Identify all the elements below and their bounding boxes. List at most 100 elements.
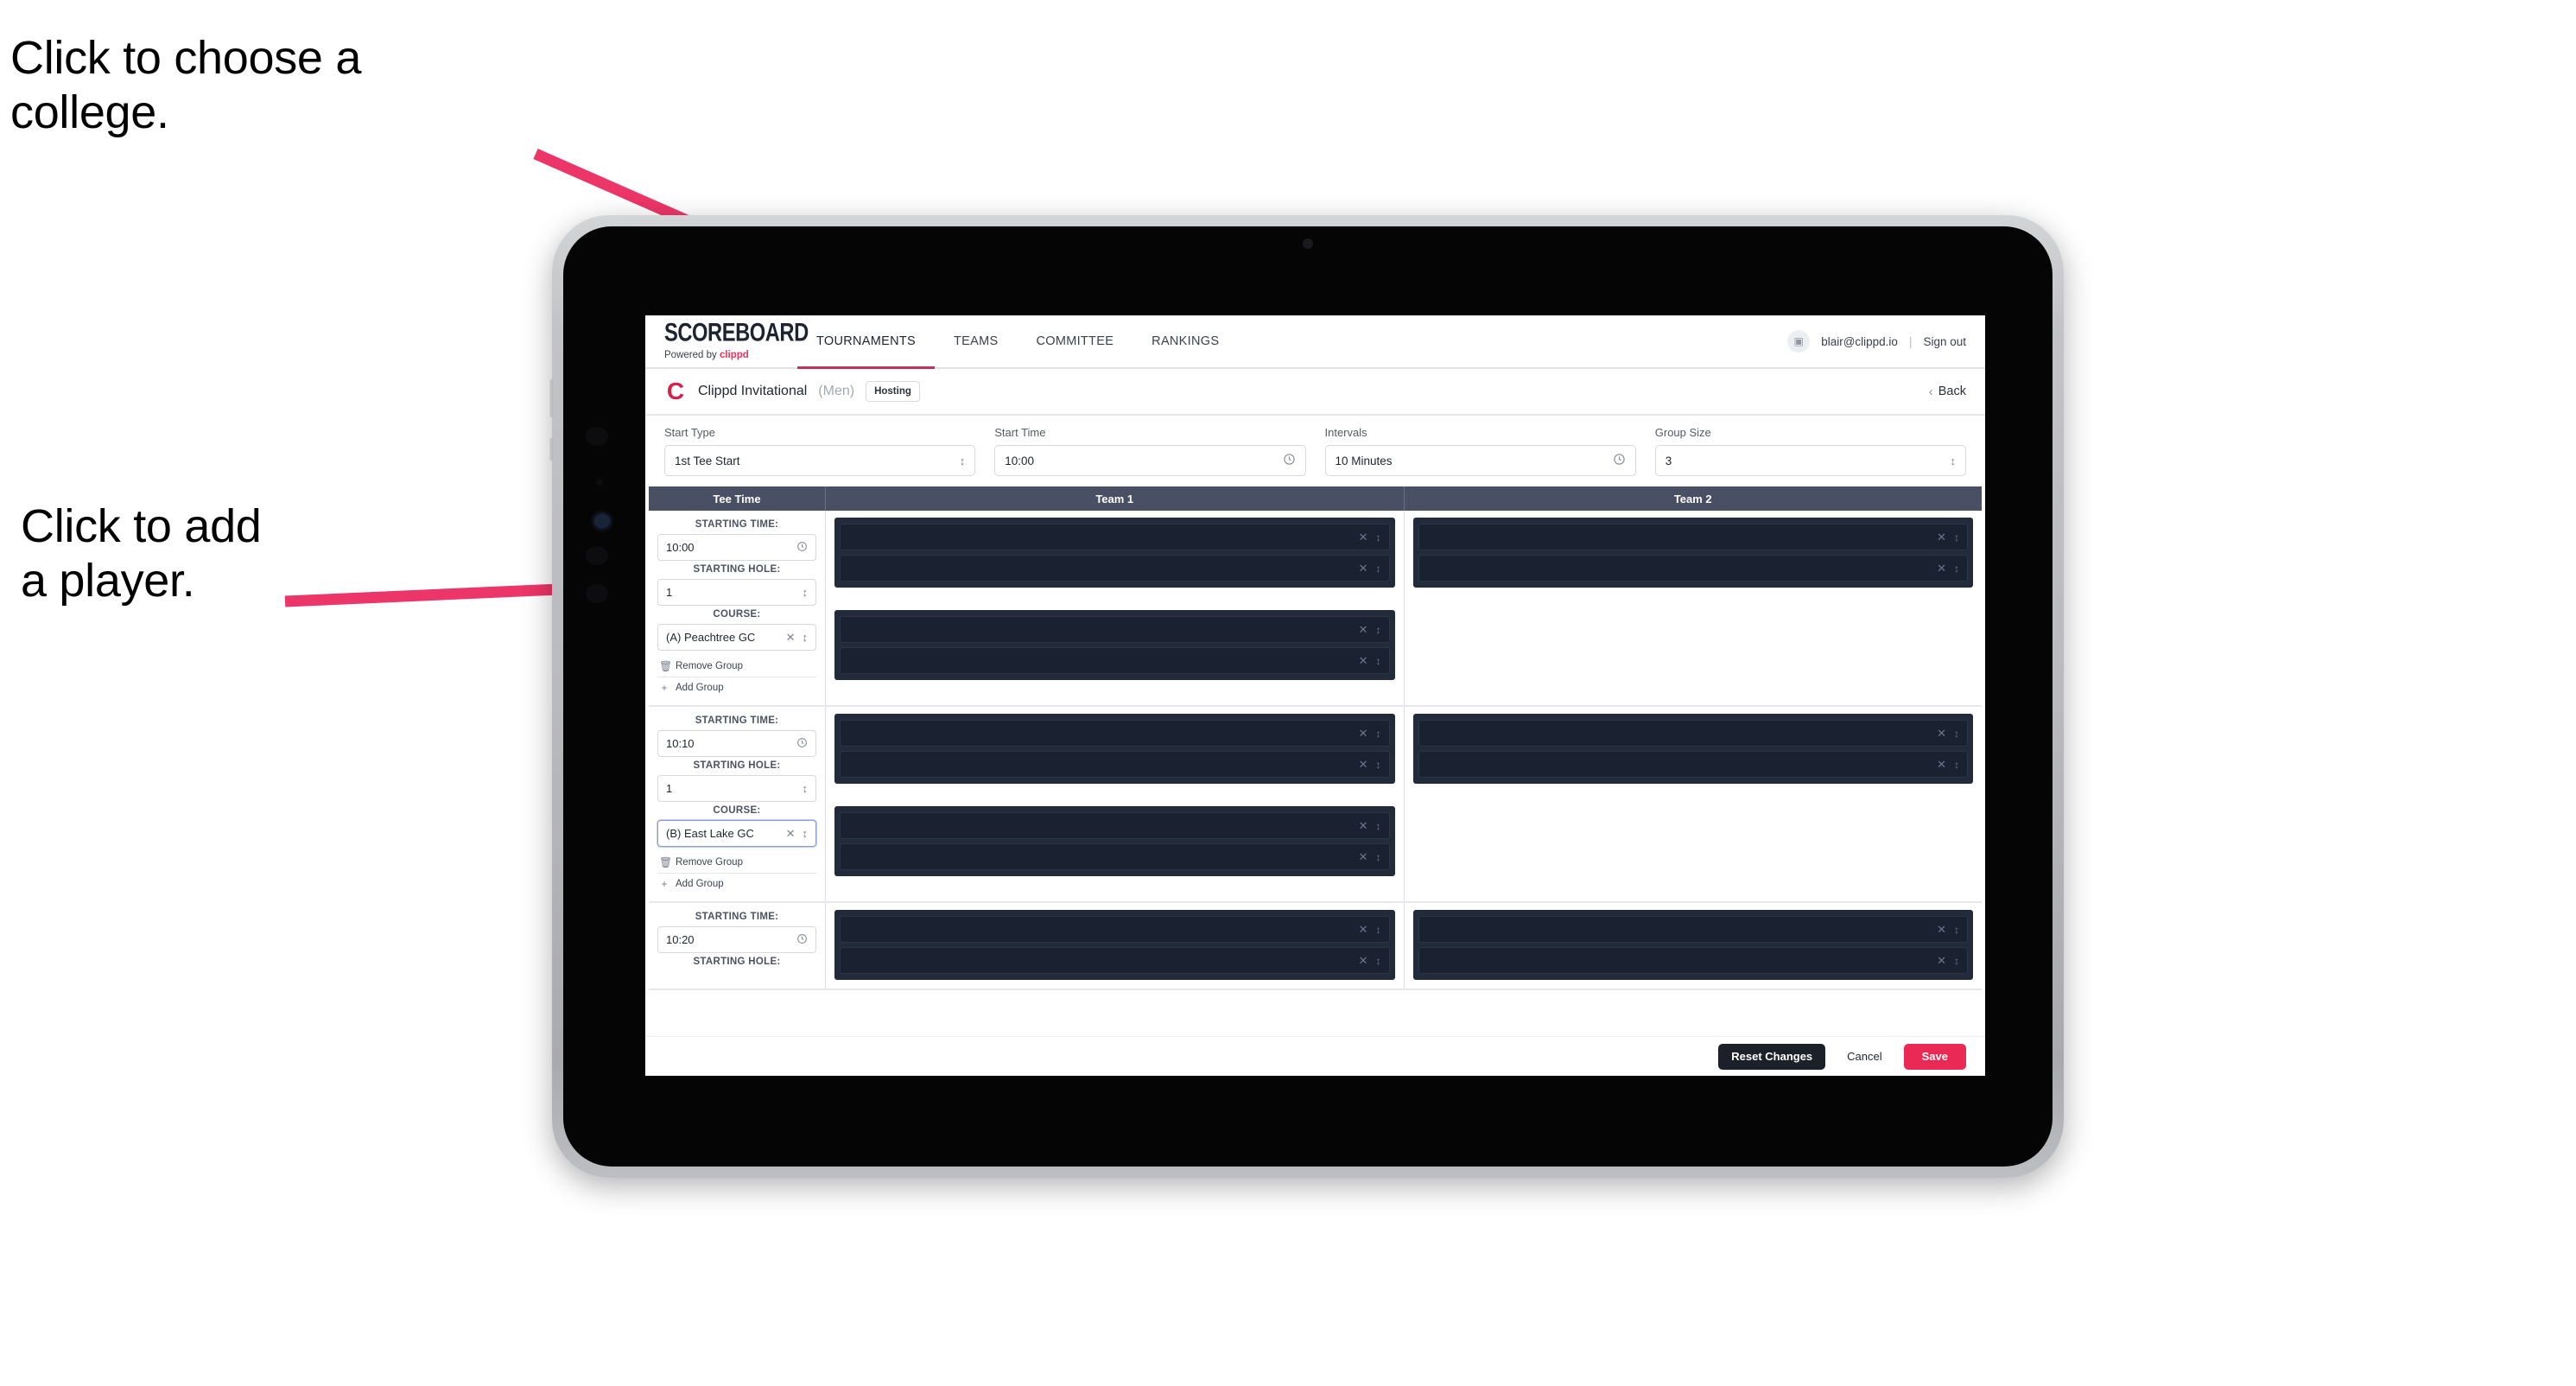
team-2-cell: ✕ ↕ ✕ ↕	[1403, 511, 1983, 705]
remove-group-button[interactable]: 🗑 Remove Group	[657, 656, 816, 677]
spinner-icon: ↕	[1375, 954, 1381, 967]
reset-changes-button[interactable]: Reset Changes	[1718, 1043, 1826, 1070]
team-1-cell: ✕ ↕ ✕ ↕	[826, 903, 1404, 989]
close-icon[interactable]: ✕	[1937, 923, 1946, 937]
starting-time-value: 10:20	[666, 933, 695, 946]
field-start-time-label: Start Time	[994, 426, 1046, 439]
close-icon[interactable]: ✕	[1937, 954, 1946, 968]
user-avatar-icon[interactable]: ▣	[1787, 330, 1811, 353]
close-icon[interactable]: ✕	[1937, 562, 1946, 575]
nav-tab-teams[interactable]: TEAMS	[935, 315, 1017, 367]
player-select[interactable]: ✕ ↕	[840, 647, 1390, 674]
tee-time-cell: STARTING TIME: 10:00 STARTING HOLE: 1 ↕	[649, 511, 826, 705]
clock-icon	[796, 737, 808, 751]
nav-tab-tournaments[interactable]: TOURNAMENTS	[797, 315, 936, 369]
sign-out-link[interactable]: Sign out	[1923, 335, 1966, 348]
start-time-input[interactable]: 10:00	[994, 445, 1306, 476]
player-select[interactable]: ✕ ↕	[1418, 947, 1968, 974]
close-icon[interactable]: ✕	[786, 631, 796, 645]
starting-time-input[interactable]: 10:00	[657, 534, 816, 561]
brand-title: SCOREBOARD	[664, 318, 809, 347]
course-label: COURSE:	[713, 805, 761, 816]
group-actions: 🗑 Remove Group + Add Group	[657, 852, 816, 894]
player-select[interactable]: ✕ ↕	[840, 947, 1390, 974]
player-select[interactable]: ✕ ↕	[840, 751, 1390, 778]
group-size-value: 3	[1665, 454, 1672, 467]
close-icon[interactable]: ✕	[1359, 758, 1368, 772]
close-icon[interactable]: ✕	[1359, 819, 1368, 833]
intervals-input[interactable]: 10 Minutes	[1324, 445, 1636, 476]
scoreboard-app-window: SCOREBOARD Powered by clippd TOURNAMENTS…	[645, 315, 1985, 1076]
brand-subtitle-prefix: Powered by	[664, 350, 720, 360]
player-select[interactable]: ✕ ↕	[840, 555, 1390, 582]
chevron-left-icon: ‹	[1928, 384, 1933, 399]
player-select[interactable]: ✕ ↕	[840, 720, 1390, 747]
player-select[interactable]: ✕ ↕	[840, 616, 1390, 643]
starting-time-label: STARTING TIME:	[695, 912, 779, 922]
close-icon[interactable]: ✕	[1359, 923, 1368, 937]
close-icon[interactable]: ✕	[1359, 954, 1368, 968]
spinner-icon: ↕	[1375, 758, 1381, 771]
starting-hole-value: 1	[666, 782, 673, 795]
nav-separator: |	[1908, 334, 1913, 348]
tablet-device: SCOREBOARD Powered by clippd TOURNAMENTS…	[549, 215, 2064, 1178]
remove-group-label: Remove Group	[676, 661, 743, 671]
close-icon[interactable]: ✕	[1359, 562, 1368, 575]
player-select[interactable]: ✕ ↕	[840, 916, 1390, 943]
nav-tab-tournaments-label: TOURNAMENTS	[816, 334, 917, 348]
brand-subtitle: Powered by clippd	[664, 350, 797, 360]
player-panel: ✕ ↕ ✕ ↕	[1412, 518, 1973, 588]
field-intervals: Intervals 10 Minutes	[1324, 426, 1636, 476]
nav-tab-rankings[interactable]: RANKINGS	[1133, 315, 1238, 367]
player-select[interactable]: ✕ ↕	[1418, 720, 1968, 747]
starting-time-input[interactable]: 10:10	[657, 730, 816, 757]
clock-icon	[1613, 453, 1626, 468]
cancel-button[interactable]: Cancel	[1834, 1044, 1894, 1070]
close-icon[interactable]: ✕	[1359, 654, 1368, 668]
plus-icon: +	[661, 682, 668, 694]
close-icon[interactable]: ✕	[1359, 850, 1368, 864]
close-icon[interactable]: ✕	[786, 827, 796, 841]
course-value: (B) East Lake GC	[666, 827, 754, 840]
save-button[interactable]: Save	[1903, 1043, 1966, 1070]
start-type-select[interactable]: 1st Tee Start ↕	[664, 445, 976, 476]
course-select[interactable]: (A) Peachtree GC ✕ ↕	[657, 624, 816, 651]
tee-sheet-table-body[interactable]: STARTING TIME: 10:00 STARTING HOLE: 1 ↕	[649, 511, 1982, 1036]
add-group-button[interactable]: + Add Group	[657, 677, 816, 698]
player-select[interactable]: ✕ ↕	[840, 812, 1390, 839]
starting-time-value: 10:10	[666, 737, 695, 750]
close-icon[interactable]: ✕	[1359, 531, 1368, 544]
starting-hole-input[interactable]: 1 ↕	[657, 579, 816, 606]
spinner-icon: ↕	[1954, 758, 1959, 771]
starting-hole-label: STARTING HOLE:	[693, 564, 781, 575]
close-icon[interactable]: ✕	[1359, 623, 1368, 637]
group-size-select[interactable]: 3 ↕	[1654, 445, 1966, 476]
player-select[interactable]: ✕ ↕	[840, 843, 1390, 870]
close-icon[interactable]: ✕	[1937, 758, 1946, 772]
add-group-button[interactable]: + Add Group	[657, 873, 816, 894]
player-select[interactable]: ✕ ↕	[840, 524, 1390, 550]
starting-time-input[interactable]: 10:20	[657, 926, 816, 953]
annotation-add-player: Click to add a player.	[21, 500, 262, 607]
close-icon[interactable]: ✕	[1359, 727, 1368, 741]
spinner-icon: ↕	[1375, 531, 1381, 544]
intervals-value: 10 Minutes	[1335, 454, 1393, 467]
brand-logo[interactable]: SCOREBOARD Powered by clippd	[645, 315, 809, 367]
player-panel: ✕ ↕ ✕ ↕	[834, 518, 1395, 588]
close-icon[interactable]: ✕	[1937, 531, 1946, 544]
spinner-icon: ↕	[1375, 923, 1381, 936]
player-select[interactable]: ✕ ↕	[1418, 555, 1968, 582]
spinner-icon: ↕	[802, 631, 809, 644]
spinner-icon: ↕	[1954, 923, 1959, 936]
player-select[interactable]: ✕ ↕	[1418, 751, 1968, 778]
player-panel: ✕ ↕ ✕ ↕	[1412, 910, 1973, 980]
nav-tab-committee[interactable]: COMMITTEE	[1017, 315, 1133, 367]
spinner-icon: ↕	[1954, 531, 1959, 544]
player-select[interactable]: ✕ ↕	[1418, 524, 1968, 550]
starting-hole-input[interactable]: 1 ↕	[657, 775, 816, 802]
remove-group-button[interactable]: 🗑 Remove Group	[657, 852, 816, 873]
back-button[interactable]: ‹ Back	[1929, 385, 1966, 399]
player-select[interactable]: ✕ ↕	[1418, 916, 1968, 943]
close-icon[interactable]: ✕	[1937, 727, 1946, 741]
course-select[interactable]: (B) East Lake GC ✕ ↕	[657, 820, 816, 847]
